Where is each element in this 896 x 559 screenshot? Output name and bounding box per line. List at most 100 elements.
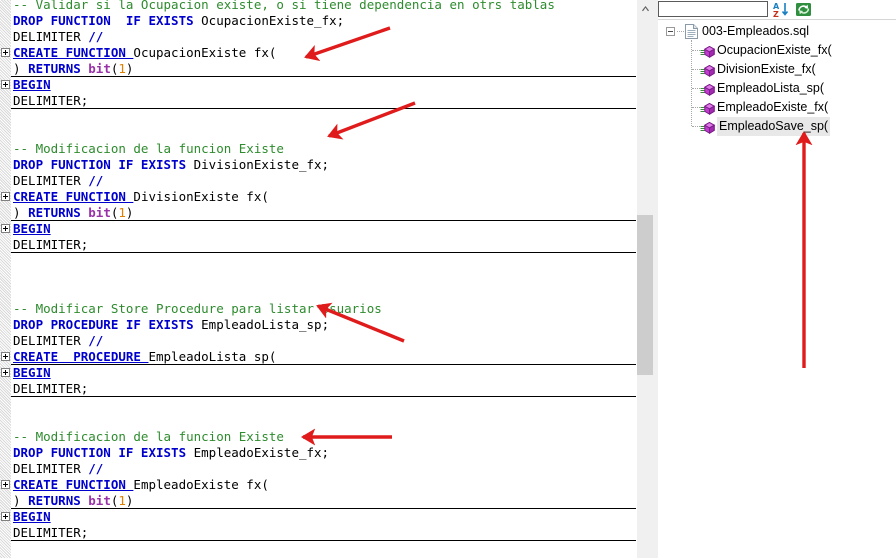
code-line: DROP FUNCTION IF EXISTS DivisionExiste_f… (0, 157, 636, 173)
code-line-text: BEGIN (13, 365, 51, 380)
code-line-text: DELIMITER // (13, 333, 104, 348)
code-line-text: DELIMITER; (13, 237, 89, 252)
code-line: -- Modificacion de la funcion Existe (0, 429, 636, 445)
tree-collapse-icon[interactable] (666, 27, 675, 36)
code-line-text: CREATE FUNCTION DivisionExiste fx( (13, 189, 269, 204)
code-line: DELIMITER // (0, 29, 636, 45)
code-line: DELIMITER // (0, 333, 636, 349)
code-line-text: BEGIN (13, 77, 51, 92)
code-line-text: BEGIN (13, 509, 51, 524)
code-line-text: CREATE FUNCTION EmpleadoExiste fx( (13, 477, 269, 492)
code-line-text: DROP FUNCTION IF EXISTS OcupacionExiste_… (13, 13, 345, 28)
scroll-up-arrow-icon[interactable] (637, 0, 654, 17)
code-line: -- Modificacion de la funcion Existe (0, 141, 636, 157)
sql-object-tree[interactable]: 003-Empleados.sql OcupacionExiste_fx( Divi… (658, 19, 896, 559)
code-line-text: DELIMITER; (13, 525, 89, 540)
tree-item-label: EmpleadoSave_sp( (717, 117, 831, 136)
editor-pane[interactable]: -- Validar si la Ocupacion existe, o si … (0, 0, 636, 558)
code-line: CREATE PROCEDURE EmpleadoLista sp( (0, 349, 636, 365)
code-line-text: -- Modificacion de la funcion Existe (13, 429, 284, 444)
tree-item-label: DivisionExiste_fx( (717, 62, 816, 76)
tree-connector (692, 126, 700, 127)
code-line: DELIMITER; (0, 237, 636, 253)
code-line: -- Modificar Store Procedure para listar… (0, 301, 636, 317)
code-line: DROP PROCEDURE IF EXISTS EmpleadoLista_s… (0, 317, 636, 333)
code-line-text: ) RETURNS bit(1) (13, 493, 134, 508)
code-line-text: DELIMITER // (13, 173, 104, 188)
code-line: -- Validar si la Ocupacion existe, o si … (0, 0, 636, 13)
code-line: BEGIN (0, 77, 636, 93)
routine-icon (700, 121, 716, 135)
code-line: ) RETURNS bit(1) (0, 61, 636, 77)
explorer-toolbar: A Z (658, 0, 896, 19)
code-text-area[interactable]: -- Validar si la Ocupacion existe, o si … (0, 0, 636, 558)
filter-input[interactable] (658, 1, 768, 17)
code-line: CREATE FUNCTION OcupacionExiste fx( (0, 45, 636, 61)
code-line-text: DELIMITER // (13, 29, 104, 44)
scrollbar-thumb[interactable] (637, 215, 654, 375)
fold-expand-icon[interactable] (1, 352, 10, 361)
fold-expand-icon[interactable] (1, 512, 10, 521)
tree-item-label: OcupacionExiste_fx( (717, 43, 832, 57)
code-line-text: CREATE FUNCTION OcupacionExiste fx( (13, 45, 277, 60)
code-line: BEGIN (0, 365, 636, 381)
code-line-text: DELIMITER; (13, 381, 89, 396)
svg-text:Z: Z (773, 10, 779, 18)
routine-icon (700, 64, 716, 78)
code-line-text: DELIMITER // (13, 461, 104, 476)
code-line: BEGIN (0, 509, 636, 525)
code-line: DROP FUNCTION IF EXISTS OcupacionExiste_… (0, 13, 636, 29)
refresh-icon[interactable] (795, 1, 813, 18)
tree-item-label: EmpleadoExiste_fx( (717, 100, 829, 114)
code-line: DELIMITER; (0, 525, 636, 541)
tree-connector (692, 50, 700, 51)
fold-expand-icon[interactable] (1, 224, 10, 233)
code-line-text: DROP FUNCTION IF EXISTS EmpleadoExiste_f… (13, 445, 330, 460)
code-line-text: -- Modificar Store Procedure para listar… (13, 301, 382, 316)
routine-icon (700, 45, 716, 59)
code-line-text: -- Validar si la Ocupacion existe, o si … (13, 0, 555, 12)
code-line: DELIMITER; (0, 381, 636, 397)
code-line: ) RETURNS bit(1) (0, 493, 636, 509)
routine-icon (700, 83, 716, 97)
code-line: DROP FUNCTION IF EXISTS EmpleadoExiste_f… (0, 445, 636, 461)
fold-expand-icon[interactable] (1, 192, 10, 201)
routine-icon (700, 102, 716, 116)
code-line-text: ) RETURNS bit(1) (13, 61, 134, 76)
fold-expand-icon[interactable] (1, 480, 10, 489)
code-line: BEGIN (0, 221, 636, 237)
code-line-text: DELIMITER; (13, 93, 89, 108)
code-line-text: ) RETURNS bit(1) (13, 205, 134, 220)
code-line: CREATE FUNCTION DivisionExiste fx( (0, 189, 636, 205)
code-line-text: DROP FUNCTION IF EXISTS DivisionExiste_f… (13, 157, 330, 172)
code-line-text: BEGIN (13, 221, 51, 236)
tree-connector (677, 31, 684, 32)
fold-expand-icon[interactable] (1, 368, 10, 377)
tree-root-label: 003-Empleados.sql (702, 24, 810, 38)
editor-vertical-scrollbar[interactable] (636, 0, 654, 558)
code-line-text: DROP PROCEDURE IF EXISTS EmpleadoLista_s… (13, 317, 330, 332)
code-line: ) RETURNS bit(1) (0, 205, 636, 221)
code-line-text: CREATE PROCEDURE EmpleadoLista sp( (13, 349, 277, 364)
tree-connector-spine (691, 40, 692, 126)
tree-item-label: EmpleadoLista_sp( (717, 81, 825, 95)
fold-expand-icon[interactable] (1, 80, 10, 89)
sort-az-icon[interactable]: A Z (773, 1, 791, 19)
code-line-text: -- Modificacion de la funcion Existe (13, 141, 284, 156)
tree-connector (692, 88, 700, 89)
code-line: CREATE FUNCTION EmpleadoExiste fx( (0, 477, 636, 493)
code-line: DELIMITER; (0, 93, 636, 109)
fold-expand-icon[interactable] (1, 48, 10, 57)
object-explorer-pane: A Z 003-Empleados.sql OcupacionExiste_fx(… (658, 0, 896, 558)
sql-editor-window: -- Validar si la Ocupacion existe, o si … (0, 0, 896, 558)
code-line: DELIMITER // (0, 173, 636, 189)
tree-connector (692, 69, 700, 70)
